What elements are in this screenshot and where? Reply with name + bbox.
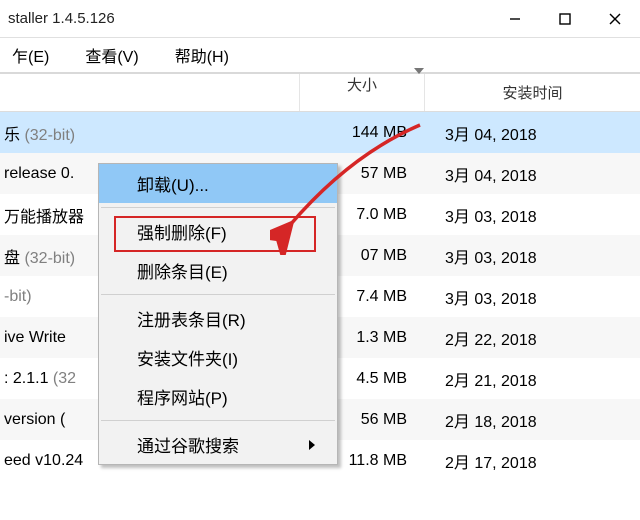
- column-size-label: 大小: [347, 77, 377, 94]
- ctx-force-delete[interactable]: 强制删除(F): [99, 212, 337, 251]
- sort-indicator-icon: [414, 68, 424, 74]
- ctx-separator: [101, 294, 335, 295]
- cell-date: 3月 04, 2018: [425, 121, 640, 145]
- context-menu: 卸载(U)... 强制删除(F) 删除条目(E) 注册表条目(R) 安装文件夹(…: [98, 163, 338, 465]
- minimize-icon: [509, 13, 521, 25]
- ctx-separator: [101, 207, 335, 208]
- ctx-install-folder[interactable]: 安装文件夹(I): [99, 338, 337, 377]
- ctx-google-search[interactable]: 通过谷歌搜索: [99, 425, 337, 464]
- column-size[interactable]: 大小: [300, 74, 425, 111]
- column-name[interactable]: [0, 74, 300, 111]
- cell-date: 3月 03, 2018: [425, 203, 640, 227]
- maximize-button[interactable]: [540, 0, 590, 38]
- menu-view[interactable]: 查看(V): [77, 39, 146, 71]
- ctx-google-search-label: 通过谷歌搜索: [137, 437, 239, 456]
- cell-date: 3月 03, 2018: [425, 244, 640, 268]
- cell-date: 3月 04, 2018: [425, 162, 640, 186]
- ctx-delete-entry[interactable]: 删除条目(E): [99, 251, 337, 290]
- submenu-arrow-icon: [309, 440, 315, 450]
- menu-help[interactable]: 帮助(H): [167, 39, 237, 71]
- close-button[interactable]: [590, 0, 640, 38]
- cell-date: 3月 03, 2018: [425, 285, 640, 309]
- column-date[interactable]: 安装时间: [425, 82, 640, 103]
- menu-bar: 乍(E) 查看(V) 帮助(H): [0, 38, 640, 74]
- ctx-separator: [101, 420, 335, 421]
- minimize-button[interactable]: [490, 0, 540, 38]
- window-title: staller 1.4.5.126: [8, 10, 490, 27]
- title-bar: staller 1.4.5.126: [0, 0, 640, 38]
- maximize-icon: [559, 13, 571, 25]
- menu-edit[interactable]: 乍(E): [4, 39, 57, 71]
- close-icon: [609, 13, 621, 25]
- cell-date: 2月 17, 2018: [425, 449, 640, 473]
- ctx-website[interactable]: 程序网站(P): [99, 377, 337, 416]
- table-row[interactable]: 乐 (32-bit)144 MB3月 04, 2018: [0, 112, 640, 153]
- cell-date: 2月 18, 2018: [425, 408, 640, 432]
- table-header: 大小 安装时间: [0, 74, 640, 112]
- ctx-uninstall[interactable]: 卸载(U)...: [99, 164, 337, 203]
- cell-size: 144 MB: [300, 124, 425, 142]
- cell-date: 2月 22, 2018: [425, 326, 640, 350]
- ctx-registry[interactable]: 注册表条目(R): [99, 299, 337, 338]
- cell-name: 乐 (32-bit): [0, 121, 300, 145]
- cell-date: 2月 21, 2018: [425, 367, 640, 391]
